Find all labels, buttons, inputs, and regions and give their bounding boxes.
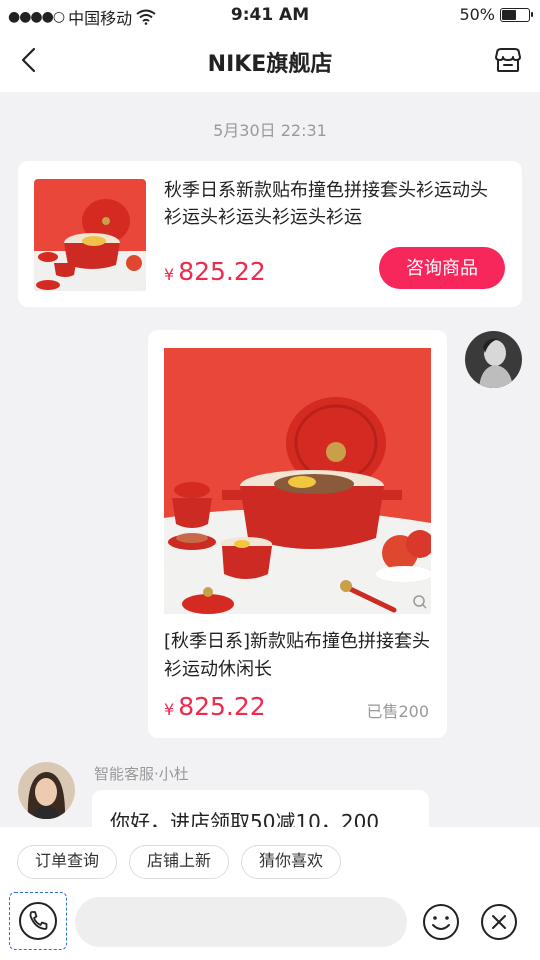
status-bar: ●●●●○ 中国移动 9:41 AM 50% — [0, 0, 540, 30]
message-product-price: ¥825.22 — [164, 692, 266, 721]
phone-icon — [29, 911, 48, 930]
consult-product-button[interactable]: 咨询商品 — [379, 247, 505, 289]
currency-symbol: ¥ — [164, 700, 175, 719]
message-input[interactable] — [75, 897, 407, 947]
chat-timestamp: 5月30日 22:31 — [213, 121, 327, 140]
store-icon[interactable] — [492, 44, 524, 76]
currency-symbol: ¥ — [164, 265, 175, 284]
quick-reply-new-arrivals[interactable]: 店铺上新 — [129, 845, 230, 879]
quick-reply-order-query[interactable]: 订单查询 — [17, 845, 118, 879]
bottom-bar: 订单查询 店铺上新 猜你喜欢 — [0, 827, 540, 960]
nav-bar: NIKE旗舰店 — [0, 30, 540, 92]
quick-reply-recommend[interactable]: 猜你喜欢 — [241, 845, 342, 879]
sold-count: 已售200 — [366, 702, 429, 721]
page-title: NIKE旗舰店 — [207, 52, 333, 77]
product-photo[interactable] — [164, 348, 431, 614]
battery-percent: 50% — [459, 5, 495, 24]
product-card[interactable]: 秋季日系新款贴布撞色拼接套头衫运动头衫运头衫运头衫运头衫运 ¥825.22 咨询… — [18, 161, 522, 307]
user-avatar[interactable] — [465, 331, 522, 388]
status-right: 50% — [459, 5, 533, 24]
agent-avatar[interactable] — [18, 762, 75, 819]
phone-icon-ring — [19, 902, 57, 940]
product-price: ¥825.22 — [164, 257, 266, 286]
product-thumbnail[interactable] — [34, 179, 146, 291]
agent-name: 智能客服·小杜 — [94, 765, 189, 783]
price-value: 825.22 — [178, 692, 266, 721]
message-product-name: [秋季日系]新款贴布撞色拼接套头衫运动休闲长 — [164, 631, 431, 680]
quick-replies: 订单查询 店铺上新 猜你喜欢 — [17, 845, 342, 879]
battery-icon — [500, 7, 533, 22]
close-icon[interactable] — [480, 903, 518, 941]
price-value: 825.22 — [178, 257, 266, 286]
phone-button[interactable] — [9, 892, 67, 950]
emoji-icon[interactable] — [422, 903, 460, 941]
message-product-card[interactable]: [秋季日系]新款贴布撞色拼接套头衫运动休闲长 ¥825.22 已售200 — [148, 330, 447, 738]
product-name: 秋季日系新款贴布撞色拼接套头衫运动头衫运头衫运头衫运头衫运 — [164, 180, 488, 228]
